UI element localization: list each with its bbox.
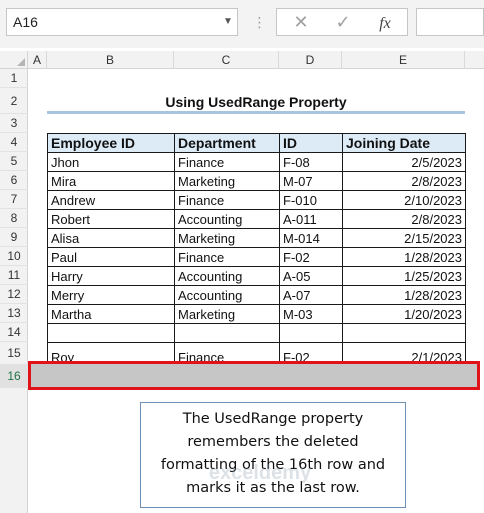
cell-date[interactable]: 2/8/2023 [342,171,466,191]
row-header[interactable]: 15 [0,342,28,365]
row-header[interactable]: 6 [0,171,28,190]
cell-employee[interactable]: Jhon [47,152,175,172]
employee-table: Employee ID Department ID Joining Date J… [47,133,466,366]
cell-id[interactable]: A-011 [279,209,343,229]
cell-department[interactable]: Finance [174,247,280,267]
cell-department[interactable]: Accounting [174,209,280,229]
row-header[interactable]: 10 [0,247,28,266]
row-header[interactable]: 14 [0,323,28,342]
table-row: Alisa Marketing M-014 2/15/2023 [47,228,466,248]
header-id[interactable]: ID [279,133,343,153]
select-all-triangle-icon [17,58,25,66]
cell-department[interactable]: Finance [174,152,280,172]
cell-id[interactable] [279,323,343,343]
formula-input[interactable] [416,8,484,36]
column-header-c[interactable]: C [174,51,279,69]
note-line: remembers the deleted [187,434,359,450]
function-icon-label: fx [379,15,391,32]
drag-handle-icon[interactable]: ⋮ [252,8,267,36]
cell-id[interactable]: M-014 [279,228,343,248]
table-row [47,323,466,343]
row-header[interactable]: 8 [0,209,28,228]
cell-date[interactable]: 2/8/2023 [342,209,466,229]
table-row: Harry Accounting A-05 1/25/2023 [47,266,466,286]
header-department[interactable]: Department [174,133,280,153]
table-row: Jhon Finance F-08 2/5/2023 [47,152,466,172]
table-row: Merry Accounting A-07 1/28/2023 [47,285,466,305]
cell-id[interactable]: A-07 [279,285,343,305]
cell-id[interactable]: M-03 [279,304,343,324]
note-textbox[interactable]: The UsedRange property remembers the del… [140,402,406,508]
cell-date[interactable]: 1/20/2023 [342,304,466,324]
cell-id[interactable]: A-05 [279,266,343,286]
row-header[interactable]: 13 [0,304,28,323]
table-row: Mira Marketing M-07 2/8/2023 [47,171,466,191]
cell-id[interactable]: M-07 [279,171,343,191]
cancel-icon[interactable]: ✕ [281,9,321,35]
title-underline [47,111,465,114]
cell-department[interactable]: Marketing [174,228,280,248]
cell-id[interactable]: F-02 [279,247,343,267]
cell-employee[interactable]: Merry [47,285,175,305]
cell-employee[interactable]: Robert [47,209,175,229]
table-row: Robert Accounting A-011 2/8/2023 [47,209,466,229]
row-header[interactable]: 3 [0,114,28,133]
cell-date[interactable]: 1/28/2023 [342,285,466,305]
cell-department[interactable]: Accounting [174,266,280,286]
formula-buttons: ✕ ✓ fx [276,8,408,36]
chevron-down-icon[interactable]: ▼ [220,8,236,36]
note-line: The UsedRange property [182,411,364,427]
column-header-e[interactable]: E [342,51,465,69]
cell-employee[interactable]: Andrew [47,190,175,210]
watermark-logo: exceldemy [208,462,312,484]
header-employee-id[interactable]: Employee ID [47,133,175,153]
name-box[interactable]: A16 [6,8,238,36]
table-row: Andrew Finance F-010 2/10/2023 [47,190,466,210]
cell-date[interactable]: 1/25/2023 [342,266,466,286]
cell-employee[interactable]: Alisa [47,228,175,248]
cell-department[interactable]: Marketing [174,171,280,191]
column-headers: A B C D E [0,51,484,69]
cell-id[interactable]: F-08 [279,152,343,172]
cell-date[interactable]: 2/15/2023 [342,228,466,248]
table-row: Martha Marketing M-03 1/20/2023 [47,304,466,324]
table-header-row: Employee ID Department ID Joining Date [47,133,466,153]
confirm-icon[interactable]: ✓ [323,9,363,35]
sheet-title: Using UsedRange Property [165,94,347,110]
row-header[interactable]: 1 [0,69,28,88]
header-joining-date[interactable]: Joining Date [342,133,466,153]
column-header-b[interactable]: B [47,51,174,69]
cell-date[interactable] [342,323,466,343]
cell-employee[interactable]: Martha [47,304,175,324]
row-header[interactable]: 12 [0,285,28,304]
row-header[interactable]: 11 [0,266,28,285]
row-header[interactable]: 5 [0,152,28,171]
row-headers: 1 2 3 4 5 6 7 8 9 10 11 12 13 14 15 16 [0,69,28,513]
cell-date[interactable]: 2/5/2023 [342,152,466,172]
cell-department[interactable] [174,323,280,343]
selection-highlight-outline [28,361,480,390]
cell-date[interactable]: 1/28/2023 [342,247,466,267]
cell-employee[interactable]: Mira [47,171,175,191]
cell-date[interactable]: 2/10/2023 [342,190,466,210]
cell-department[interactable]: Accounting [174,285,280,305]
cell-employee[interactable]: Harry [47,266,175,286]
cell-department[interactable]: Finance [174,190,280,210]
row-header[interactable]: 7 [0,190,28,209]
row-header[interactable]: 9 [0,228,28,247]
column-header-d[interactable]: D [279,51,342,69]
cell-employee[interactable]: Paul [47,247,175,267]
row-header[interactable]: 2 [0,88,28,114]
row-header-selected[interactable]: 16 [0,365,28,388]
column-header-a[interactable]: A [28,51,47,69]
cell-id[interactable]: F-010 [279,190,343,210]
row-header[interactable]: 4 [0,133,28,152]
function-icon[interactable]: fx [365,9,405,35]
cell-employee[interactable] [47,323,175,343]
cell-department[interactable]: Marketing [174,304,280,324]
table-row: Paul Finance F-02 1/28/2023 [47,247,466,267]
